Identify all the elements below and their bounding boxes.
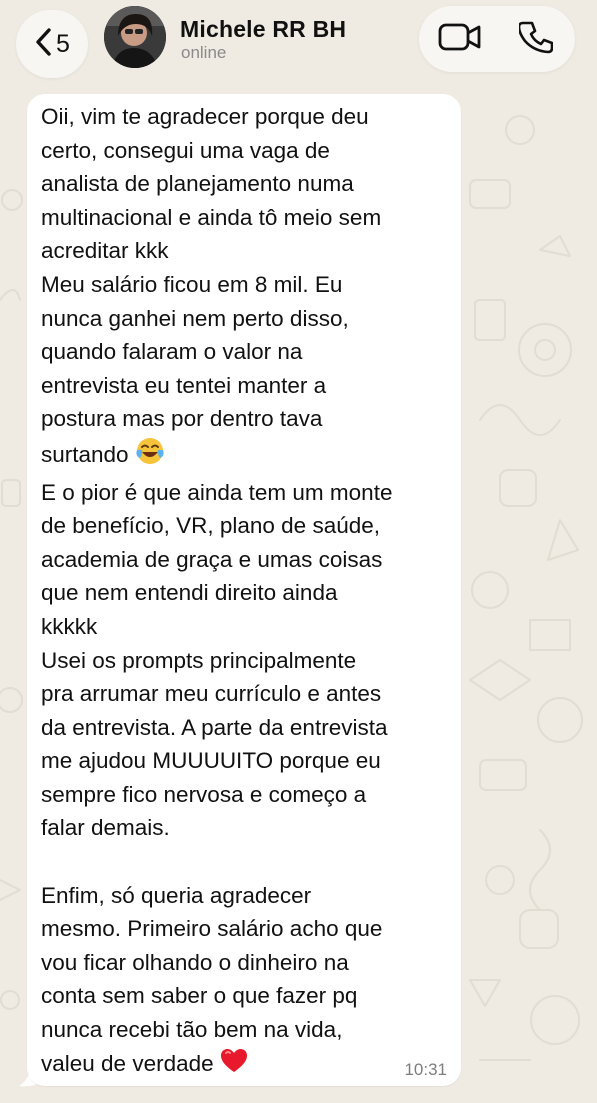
contact-status: online (181, 43, 227, 62)
video-camera-icon (438, 22, 482, 57)
contact-name[interactable]: Michele RR BH (180, 16, 346, 43)
message-time: 10:31 (404, 1060, 447, 1079)
laughing-tears-emoji (135, 436, 165, 476)
red-heart-emoji (220, 1047, 248, 1085)
message-text: Oii, vim te agradecer porque deu certo, … (41, 100, 461, 1084)
voice-call-button[interactable] (501, 6, 571, 72)
chevron-left-icon (34, 27, 52, 62)
video-call-button[interactable] (425, 6, 495, 72)
phone-icon (517, 20, 554, 59)
back-button[interactable]: 5 (16, 10, 88, 78)
call-actions (419, 6, 575, 72)
chat-header: 5 Michele RR BH online (0, 0, 597, 90)
unread-count: 5 (56, 29, 70, 58)
avatar[interactable] (104, 6, 166, 68)
message-bubble[interactable]: Oii, vim te agradecer porque deu certo, … (27, 94, 461, 1086)
